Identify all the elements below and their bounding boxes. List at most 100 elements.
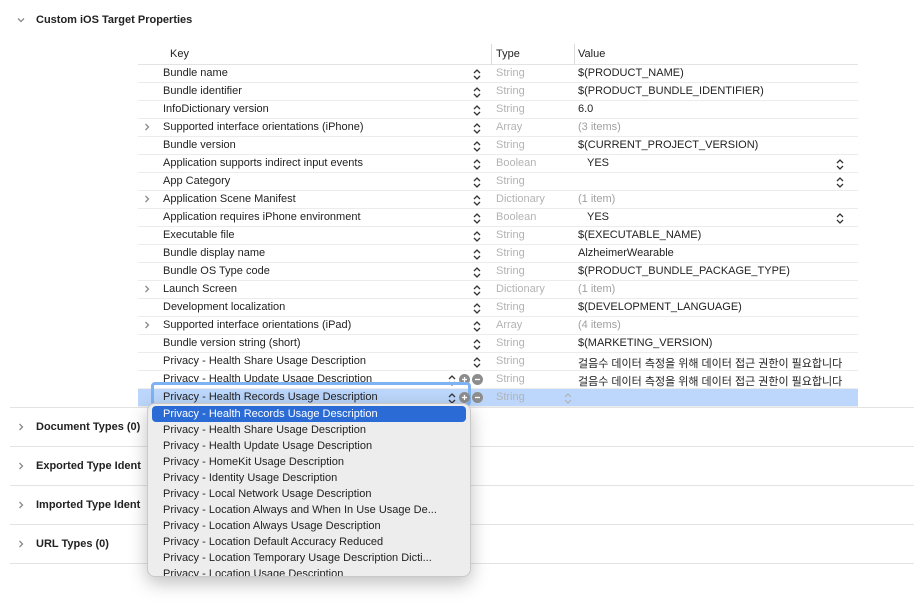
table-row[interactable]: Supported interface orientations (iPhone… [138, 119, 858, 137]
up-down-stepper-icon[interactable] [472, 68, 482, 81]
row-value[interactable]: 걸음수 데이터 측정을 위해 데이터 접근 권한이 필요합니다 [578, 373, 842, 389]
up-down-stepper-icon[interactable] [472, 302, 482, 315]
row-type[interactable]: Dictionary [496, 193, 545, 205]
row-key[interactable]: Launch Screen [163, 283, 237, 295]
row-type[interactable]: Array [496, 319, 522, 331]
section-imported-type-identifiers[interactable]: Imported Type Ident [14, 495, 140, 515]
row-key[interactable]: Supported interface orientations (iPhone… [163, 121, 364, 133]
chevron-right-icon[interactable] [141, 193, 153, 205]
section-document-types[interactable]: Document Types (0) [14, 417, 140, 437]
row-key[interactable]: Privacy - Health Share Usage Description [163, 355, 366, 367]
table-row[interactable]: Bundle version String $(CURRENT_PROJECT_VE… [138, 137, 858, 155]
row-key[interactable]: App Category [163, 175, 230, 187]
row-key[interactable]: Bundle display name [163, 247, 265, 259]
key-autocomplete-popup[interactable]: Privacy - Health Records Usage Descripti… [147, 403, 471, 577]
row-value[interactable]: 걸음수 데이터 측정을 위해 데이터 접근 권한이 필요합니다 [578, 355, 842, 371]
row-value[interactable]: 6.0 [578, 103, 593, 115]
row-type[interactable]: String [496, 229, 525, 241]
popup-item[interactable]: Privacy - Location Default Accuracy Redu… [148, 534, 466, 550]
row-value[interactable]: $(DEVELOPMENT_LANGUAGE) [578, 301, 742, 313]
row-key[interactable]: Bundle identifier [163, 85, 242, 97]
popup-item[interactable]: Privacy - Health Share Usage Description [148, 422, 466, 438]
row-key[interactable]: Bundle OS Type code [163, 265, 270, 277]
value-stepper-icon[interactable] [835, 158, 845, 171]
up-down-stepper-icon[interactable] [472, 212, 482, 225]
popup-item[interactable]: Privacy - Location Always and When In Us… [148, 502, 466, 518]
section-custom-ios-target-properties[interactable]: Custom iOS Target Properties [14, 10, 192, 30]
row-value[interactable]: $(PRODUCT_NAME) [578, 67, 684, 79]
column-header-value[interactable]: Value [578, 48, 605, 60]
table-row[interactable]: Supported interface orientations (iPad) A… [138, 317, 858, 335]
row-type[interactable]: Boolean [496, 157, 536, 169]
row-type[interactable]: String [496, 175, 525, 187]
table-row[interactable]: InfoDictionary version String 6.0 [138, 101, 858, 119]
up-down-stepper-icon[interactable] [472, 104, 482, 117]
chevron-right-icon[interactable] [141, 121, 153, 133]
row-type[interactable]: Dictionary [496, 283, 545, 295]
row-value[interactable]: $(PRODUCT_BUNDLE_PACKAGE_TYPE) [578, 265, 790, 277]
chevron-right-icon[interactable] [14, 420, 28, 434]
section-url-types[interactable]: URL Types (0) [14, 534, 109, 554]
column-divider[interactable] [574, 44, 575, 65]
table-row[interactable]: Privacy - Health Share Usage Description… [138, 353, 858, 371]
row-value[interactable]: $(PRODUCT_BUNDLE_IDENTIFIER) [578, 85, 764, 97]
popup-item[interactable]: Privacy - Local Network Usage Descriptio… [148, 486, 466, 502]
table-row[interactable]: Bundle identifier String $(PRODUCT_BUNDLE_… [138, 83, 858, 101]
popup-item[interactable]: Privacy - Location Temporary Usage Descr… [148, 550, 466, 566]
up-down-stepper-icon[interactable] [472, 176, 482, 189]
popup-item[interactable]: Privacy - Location Always Usage Descript… [148, 518, 466, 534]
up-down-stepper-icon[interactable] [472, 284, 482, 297]
table-row[interactable]: App Category String [138, 173, 858, 191]
plus-circle-icon[interactable] [459, 392, 470, 403]
row-value[interactable]: (1 item) [578, 193, 615, 205]
row-value[interactable]: $(EXECUTABLE_NAME) [578, 229, 701, 241]
row-key[interactable]: Bundle version [163, 139, 236, 151]
table-row[interactable]: Bundle OS Type code String $(PRODUCT_BUNDL… [138, 263, 858, 281]
column-header-type[interactable]: Type [496, 48, 520, 60]
row-value[interactable]: YES [587, 157, 609, 169]
up-down-stepper-icon[interactable] [472, 194, 482, 207]
table-row[interactable]: Bundle display name String AlzheimerWearab… [138, 245, 858, 263]
row-key[interactable]: Bundle version string (short) [163, 337, 301, 349]
row-type[interactable]: Boolean [496, 211, 536, 223]
row-key[interactable]: Bundle name [163, 67, 228, 79]
chevron-right-icon[interactable] [141, 283, 153, 295]
chevron-right-icon[interactable] [14, 537, 28, 551]
table-row[interactable]: Executable file String $(EXECUTABLE_NAME) [138, 227, 858, 245]
column-header-key[interactable]: Key [170, 48, 189, 60]
minus-circle-icon[interactable] [472, 374, 483, 385]
up-down-stepper-icon[interactable] [472, 140, 482, 153]
chevron-right-icon[interactable] [14, 498, 28, 512]
chevron-right-icon[interactable] [14, 459, 28, 473]
popup-item[interactable]: Privacy - Location Usage Description [148, 566, 466, 576]
up-down-stepper-icon[interactable] [472, 320, 482, 333]
up-down-stepper-icon[interactable] [472, 230, 482, 243]
table-row[interactable]: Application Scene Manifest Dictionary (1 i… [138, 191, 858, 209]
up-down-stepper-icon[interactable] [472, 122, 482, 135]
table-row[interactable]: Application supports indirect input even… [138, 155, 858, 173]
table-row[interactable]: Bundle name String $(PRODUCT_NAME) [138, 65, 858, 83]
value-stepper-icon[interactable] [835, 212, 845, 225]
type-stepper-icon[interactable] [563, 392, 573, 405]
table-row[interactable]: Bundle version string (short) String $(MAR… [138, 335, 858, 353]
up-down-stepper-icon[interactable] [472, 338, 482, 351]
row-type[interactable]: String [496, 301, 525, 313]
popup-item[interactable]: Privacy - Health Records Usage Descripti… [152, 406, 466, 422]
chevron-down-icon[interactable] [14, 13, 28, 27]
row-type[interactable]: String [496, 247, 525, 259]
row-type[interactable]: String [496, 265, 525, 277]
row-value[interactable]: $(CURRENT_PROJECT_VERSION) [578, 139, 758, 151]
row-value[interactable]: (4 items) [578, 319, 621, 331]
column-divider[interactable] [491, 44, 492, 65]
up-down-stepper-icon[interactable] [472, 158, 482, 171]
editing-key-text[interactable]: Privacy - Health Records Usage Descripti… [163, 391, 378, 403]
row-type[interactable]: String [496, 85, 525, 97]
row-type[interactable]: String [496, 67, 525, 79]
row-key[interactable]: Application Scene Manifest [163, 193, 296, 205]
row-key[interactable]: InfoDictionary version [163, 103, 269, 115]
row-value[interactable]: (3 items) [578, 121, 621, 133]
section-exported-type-identifiers[interactable]: Exported Type Ident [14, 456, 141, 476]
minus-circle-icon[interactable] [472, 392, 483, 403]
row-type[interactable]: String [496, 337, 525, 349]
row-key[interactable]: Application requires iPhone environment [163, 211, 361, 223]
